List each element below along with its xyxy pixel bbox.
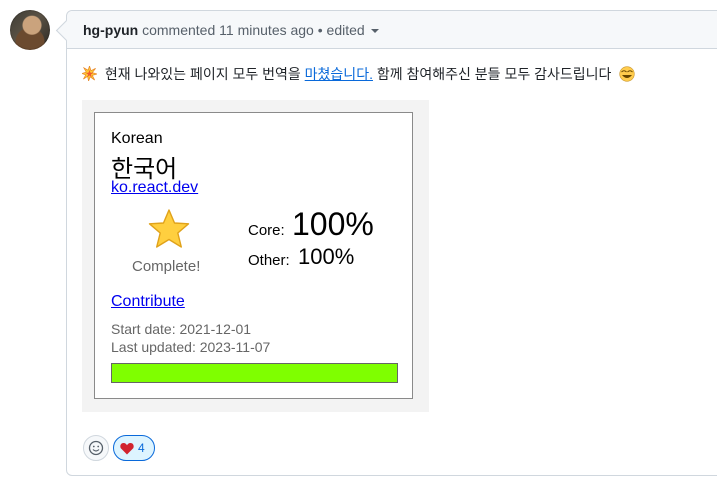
body-link[interactable]: 마쳤습니다. xyxy=(305,66,373,82)
collision-icon xyxy=(82,66,97,81)
body-prefix: 현재 나와있는 페이지 모두 번역을 xyxy=(101,66,305,82)
comment-action: commented xyxy=(142,22,216,38)
other-label: Other: xyxy=(248,252,290,269)
comment-body: 현재 나와있는 페이지 모두 번역을 마쳤습니다. 함께 참여해주신 분들 모두… xyxy=(82,64,635,84)
translation-card: Korean 한국어 ko.react.dev Complete! Core: … xyxy=(94,112,413,399)
avatar[interactable] xyxy=(10,10,50,50)
core-value: 100% xyxy=(292,206,374,242)
heart-reaction-button[interactable]: 4 xyxy=(113,435,155,461)
language-name-en: Korean xyxy=(111,130,163,147)
progress-bar-fill xyxy=(112,364,397,382)
last-updated: Last updated: 2023-11-07 xyxy=(111,339,271,355)
comment-header: hg-pyun commented 11 minutes ago • edite… xyxy=(67,11,717,49)
add-reaction-button[interactable] xyxy=(83,435,109,461)
body-suffix: 함께 참여해주신 분들 모두 감사드립니다 xyxy=(372,66,616,82)
chevron-down-icon xyxy=(370,29,379,34)
edited-label: edited xyxy=(326,22,365,38)
edited-dropdown[interactable]: edited xyxy=(327,22,379,38)
language-site-link[interactable]: ko.react.dev xyxy=(111,179,198,197)
comment-separator: • xyxy=(317,22,323,38)
comment-author[interactable]: hg-pyun xyxy=(83,22,138,38)
progress-bar xyxy=(111,363,398,383)
face-emoji-icon xyxy=(619,66,635,82)
core-label: Core: xyxy=(248,222,285,239)
heart-icon xyxy=(120,442,134,455)
other-value: 100% xyxy=(298,244,355,269)
comment-time[interactable]: 11 minutes ago xyxy=(219,22,314,38)
start-date: Start date: 2021-12-01 xyxy=(111,321,252,337)
star-icon xyxy=(148,209,190,248)
complete-label: Complete! xyxy=(132,258,201,275)
smiley-add-icon xyxy=(88,440,104,456)
heart-count: 4 xyxy=(138,441,145,455)
contribute-link[interactable]: Contribute xyxy=(111,293,185,311)
